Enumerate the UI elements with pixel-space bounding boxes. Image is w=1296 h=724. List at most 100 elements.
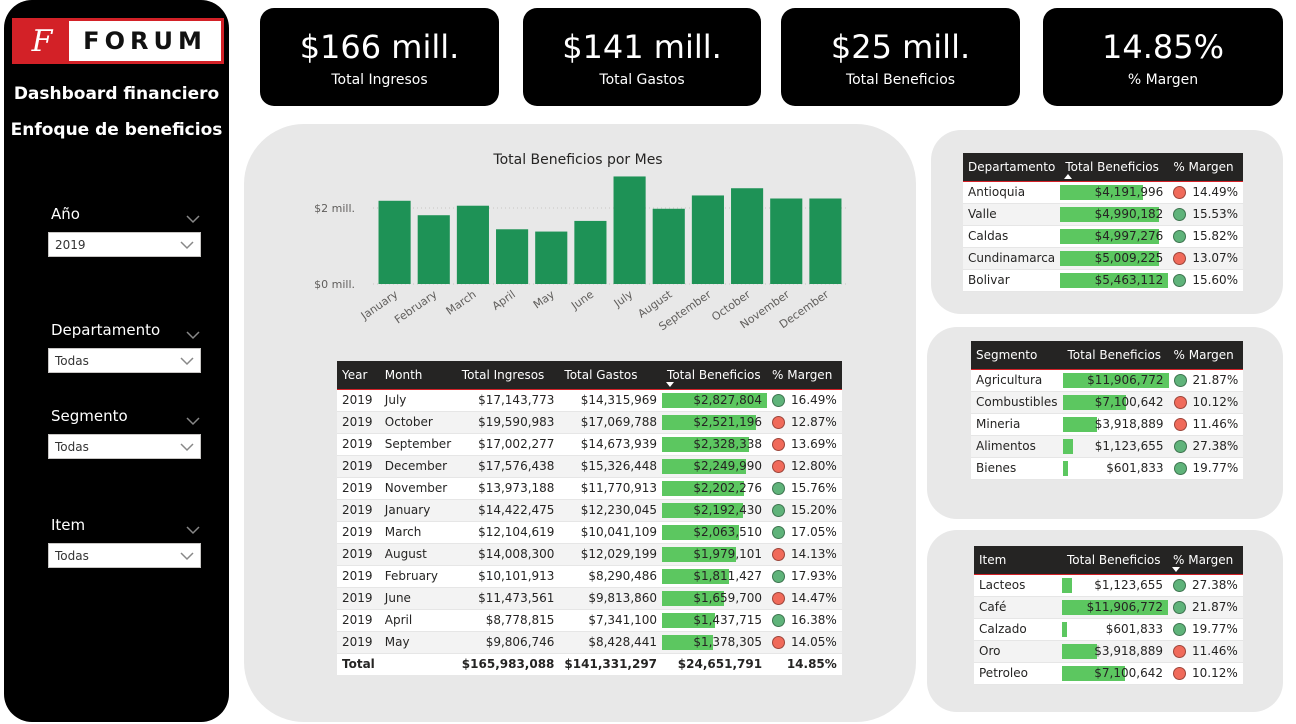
table-row[interactable]: Lacteos $1,123,655 27.38% [974, 574, 1243, 597]
beneficios-cell: $1,659,700 [662, 587, 768, 610]
table-row[interactable]: Valle $4,990,182 15.53% [963, 203, 1244, 226]
col-margen[interactable]: % Margen [767, 361, 842, 390]
table-row[interactable]: 2019 October $19,590,983 $17,069,788 $2,521,… [337, 411, 842, 434]
col-beneficios[interactable]: Total Beneficios [1062, 546, 1168, 575]
beneficios-cell: $5,009,225 [1060, 247, 1169, 270]
sort-desc-icon [666, 381, 675, 387]
year-cell: 2019 [337, 631, 380, 654]
bar-june[interactable] [574, 220, 607, 284]
bar-may[interactable] [535, 231, 568, 284]
slicer-dropdown[interactable]: Todas [48, 434, 201, 459]
col-margen[interactable]: % Margen [1168, 153, 1244, 182]
margen-value: 16.49% [791, 393, 837, 407]
col-beneficios[interactable]: Total Beneficios [1060, 153, 1169, 182]
month-cell: July [379, 389, 457, 412]
total-empty [379, 652, 457, 675]
table-row[interactable]: Caldas $4,997,276 15.82% [963, 225, 1244, 248]
table-row[interactable]: 2019 July $17,143,773 $14,315,969 $2,827,804… [337, 389, 842, 412]
col-margen[interactable]: % Margen [1168, 341, 1244, 370]
table-row[interactable]: Combustibles $7,100,642 10.12% [971, 391, 1244, 414]
chevron-down-icon[interactable] [186, 209, 200, 224]
gastos-cell: $8,290,486 [559, 565, 663, 588]
table-row[interactable]: Agricultura $11,906,772 21.87% [971, 369, 1244, 392]
table-row[interactable]: 2019 September $17,002,277 $14,673,939 $2,32… [337, 433, 842, 456]
table-row[interactable]: 2019 February $10,101,913 $8,290,486 $1,811,… [337, 565, 842, 588]
bar-december[interactable] [809, 198, 842, 285]
ingresos-cell: $10,101,913 [456, 565, 560, 588]
bar-january[interactable] [378, 200, 411, 284]
margen-value: 15.60% [1192, 273, 1239, 287]
slicer-value: Todas [55, 440, 89, 454]
y-tick-label: $0 mill. [314, 278, 355, 291]
slicer-dropdown[interactable]: 2019 [48, 232, 201, 257]
chevron-down-icon[interactable] [186, 520, 200, 535]
bar-october[interactable] [731, 188, 764, 284]
status-bad-icon [772, 592, 786, 605]
status-good-icon [1173, 623, 1186, 636]
chevron-down-icon[interactable] [186, 411, 200, 426]
gastos-cell: $7,341,100 [559, 609, 663, 632]
beneficios-cell: $1,123,655 [1062, 435, 1169, 458]
table-row[interactable]: Café $11,906,772 21.87% [974, 596, 1243, 619]
beneficios-cell: $2,202,276 [662, 477, 768, 500]
margen-cell: 12.80% [767, 455, 842, 478]
table-row[interactable]: Antioquia $4,191,996 14.49% [963, 181, 1244, 204]
table-row[interactable]: 2019 May $9,806,746 $8,428,441 $1,378,305 14.… [337, 631, 842, 654]
table-row[interactable]: Cundinamarca $5,009,225 13.07% [963, 247, 1244, 270]
slicer-dropdown[interactable]: Todas [48, 543, 201, 568]
beneficios-cell: $601,833 [1062, 457, 1169, 480]
bar-november[interactable] [770, 198, 803, 285]
beneficios-cell: $1,123,655 [1062, 574, 1168, 597]
kpi-value: $141 mill. [562, 28, 722, 66]
col-margen[interactable]: % Margen [1168, 546, 1243, 575]
col-beneficios[interactable]: Total Beneficios [662, 361, 768, 390]
table-row[interactable]: Oro $3,918,889 11.46% [974, 640, 1243, 663]
status-bad-icon [1173, 396, 1187, 409]
col-gastos[interactable]: Total Gastos [559, 361, 663, 390]
slicer-label: Año [51, 205, 80, 223]
col-segmento[interactable]: Segmento [971, 341, 1063, 370]
table-row[interactable]: Bienes $601,833 19.77% [971, 457, 1244, 480]
col-item[interactable]: Item [974, 546, 1062, 575]
margen-cell: 11.46% [1168, 413, 1244, 436]
table-row[interactable]: 2019 November $13,973,188 $11,770,913 $2,202… [337, 477, 842, 500]
slicer-dropdown[interactable]: Todas [48, 348, 201, 373]
table-row[interactable]: 2019 March $12,104,619 $10,041,109 $2,063,51… [337, 521, 842, 544]
margen-value: 21.87% [1192, 373, 1239, 387]
bar-july[interactable] [613, 176, 646, 284]
table-row[interactable]: Calzado $601,833 19.77% [974, 618, 1243, 641]
table-row[interactable]: 2019 January $14,422,475 $12,230,045 $2,192,… [337, 499, 842, 522]
bar-august[interactable] [652, 208, 685, 284]
beneficios-cell: $2,328,338 [662, 433, 768, 456]
table-row[interactable]: 2019 June $11,473,561 $9,813,860 $1,659,700 1… [337, 587, 842, 610]
margen-value: 27.38% [1192, 439, 1239, 453]
col-month[interactable]: Month [379, 361, 457, 390]
bar-february[interactable] [417, 215, 450, 284]
table-row[interactable]: 2019 April $8,778,815 $7,341,100 $1,437,715 1… [337, 609, 842, 632]
margen-value: 14.13% [791, 547, 837, 561]
status-good-icon [1173, 601, 1186, 614]
bar-april[interactable] [496, 229, 529, 284]
col-year[interactable]: Year [337, 361, 380, 390]
slicer-value: Todas [55, 354, 89, 368]
year-cell: 2019 [337, 565, 380, 588]
status-good-icon [1173, 462, 1187, 475]
slicer-label: Departamento [51, 321, 161, 339]
chevron-down-icon[interactable] [186, 325, 200, 340]
beneficios-cell: $3,918,889 [1062, 640, 1168, 663]
col-departamento[interactable]: Departamento [963, 153, 1061, 182]
table-row[interactable]: Bolivar $5,463,112 15.60% [963, 269, 1244, 292]
bar-march[interactable] [456, 205, 489, 284]
slicer-label: Item [51, 516, 86, 534]
table-row[interactable]: 2019 August $14,008,300 $12,029,199 $1,979,1… [337, 543, 842, 566]
table-row[interactable]: 2019 December $17,576,438 $15,326,448 $2,249… [337, 455, 842, 478]
monthly-profit-chart[interactable]: Total Beneficios por Mes JanuaryFebruary… [300, 140, 860, 340]
col-beneficios[interactable]: Total Beneficios [1062, 341, 1169, 370]
table-row[interactable]: Mineria $3,918,889 11.46% [971, 413, 1244, 436]
table-row[interactable]: Alimentos $1,123,655 27.38% [971, 435, 1244, 458]
col-ingresos[interactable]: Total Ingresos [456, 361, 560, 390]
margen-cell: 17.05% [767, 521, 842, 544]
bar-september[interactable] [691, 195, 724, 284]
total-ingresos: $165,983,088 [456, 652, 560, 675]
table-row[interactable]: Petroleo $7,100,642 10.12% [974, 662, 1243, 685]
